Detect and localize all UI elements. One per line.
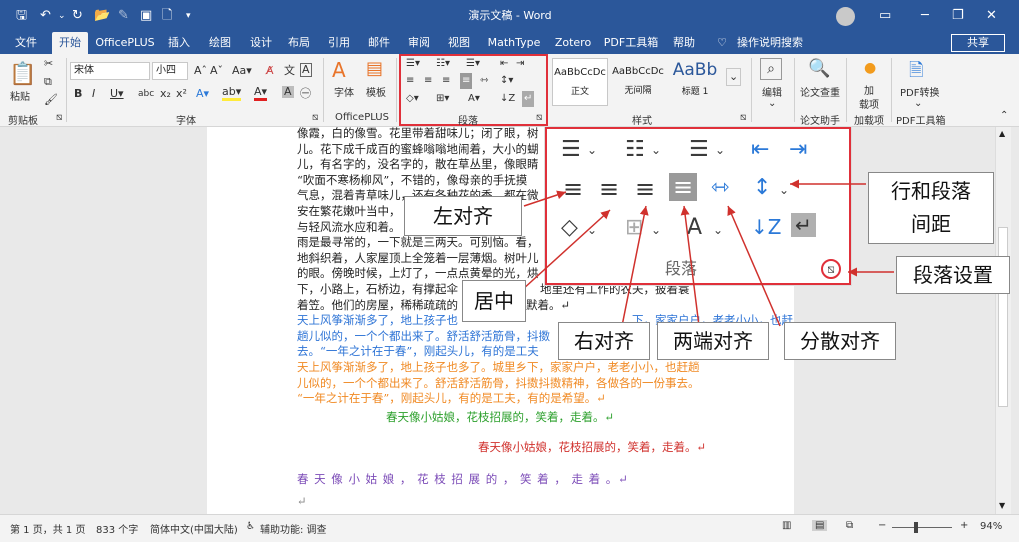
accessibility-icon: ♿ — [246, 521, 255, 532]
word-count[interactable]: 833 个字 — [96, 521, 138, 536]
zoom-in-icon[interactable]: + — [960, 520, 968, 531]
status-bar: 第 1 页，共 1 页 833 个字 简体中文(中国大陆) ♿ 辅助功能: 调查… — [0, 514, 1019, 542]
page-count[interactable]: 第 1 页，共 1 页 — [10, 521, 85, 536]
annotation-arrows — [521, 179, 894, 327]
print-layout-icon[interactable]: ▤ — [812, 520, 828, 531]
web-layout-icon[interactable]: ⧉ — [846, 520, 853, 531]
arrow-justify — [680, 205, 700, 327]
zoom-out-icon[interactable]: − — [878, 520, 886, 531]
zoom-level[interactable]: 94% — [980, 521, 1002, 532]
callout-justify: 两端对齐 — [657, 322, 769, 360]
zoom-slider-thumb[interactable] — [914, 522, 918, 533]
arrow-left-align — [523, 190, 567, 207]
callout-distributed: 分散对齐 — [784, 322, 896, 360]
zoom-slider[interactable] — [892, 527, 952, 528]
callout-justify-text: 两端对齐 — [673, 329, 753, 353]
callout-settings-text: 段落设置 — [913, 263, 993, 287]
arrow-right-align — [621, 205, 649, 327]
callout-spacing-line2: 间距 — [911, 212, 951, 236]
accessibility-status[interactable]: 辅助功能: 调查 — [260, 521, 327, 536]
callout-center-text: 居中 — [474, 289, 514, 313]
read-mode-icon[interactable]: ▥ — [782, 520, 791, 531]
callout-spacing-line1: 行和段落 — [891, 179, 971, 203]
arrow-distributed — [727, 205, 781, 327]
callout-left-align: 左对齐 — [404, 196, 522, 236]
callout-spacing: 行和段落 间距 — [868, 172, 994, 244]
callout-right-align-text: 右对齐 — [574, 329, 634, 353]
callout-right-align: 右对齐 — [558, 322, 650, 360]
arrow-center — [521, 209, 611, 291]
callout-left-align-text: 左对齐 — [433, 204, 493, 228]
callout-distributed-text: 分散对齐 — [800, 329, 880, 353]
callout-center: 居中 — [462, 280, 526, 322]
language[interactable]: 简体中文(中国大陆) — [150, 521, 238, 536]
callout-settings: 段落设置 — [896, 256, 1010, 294]
